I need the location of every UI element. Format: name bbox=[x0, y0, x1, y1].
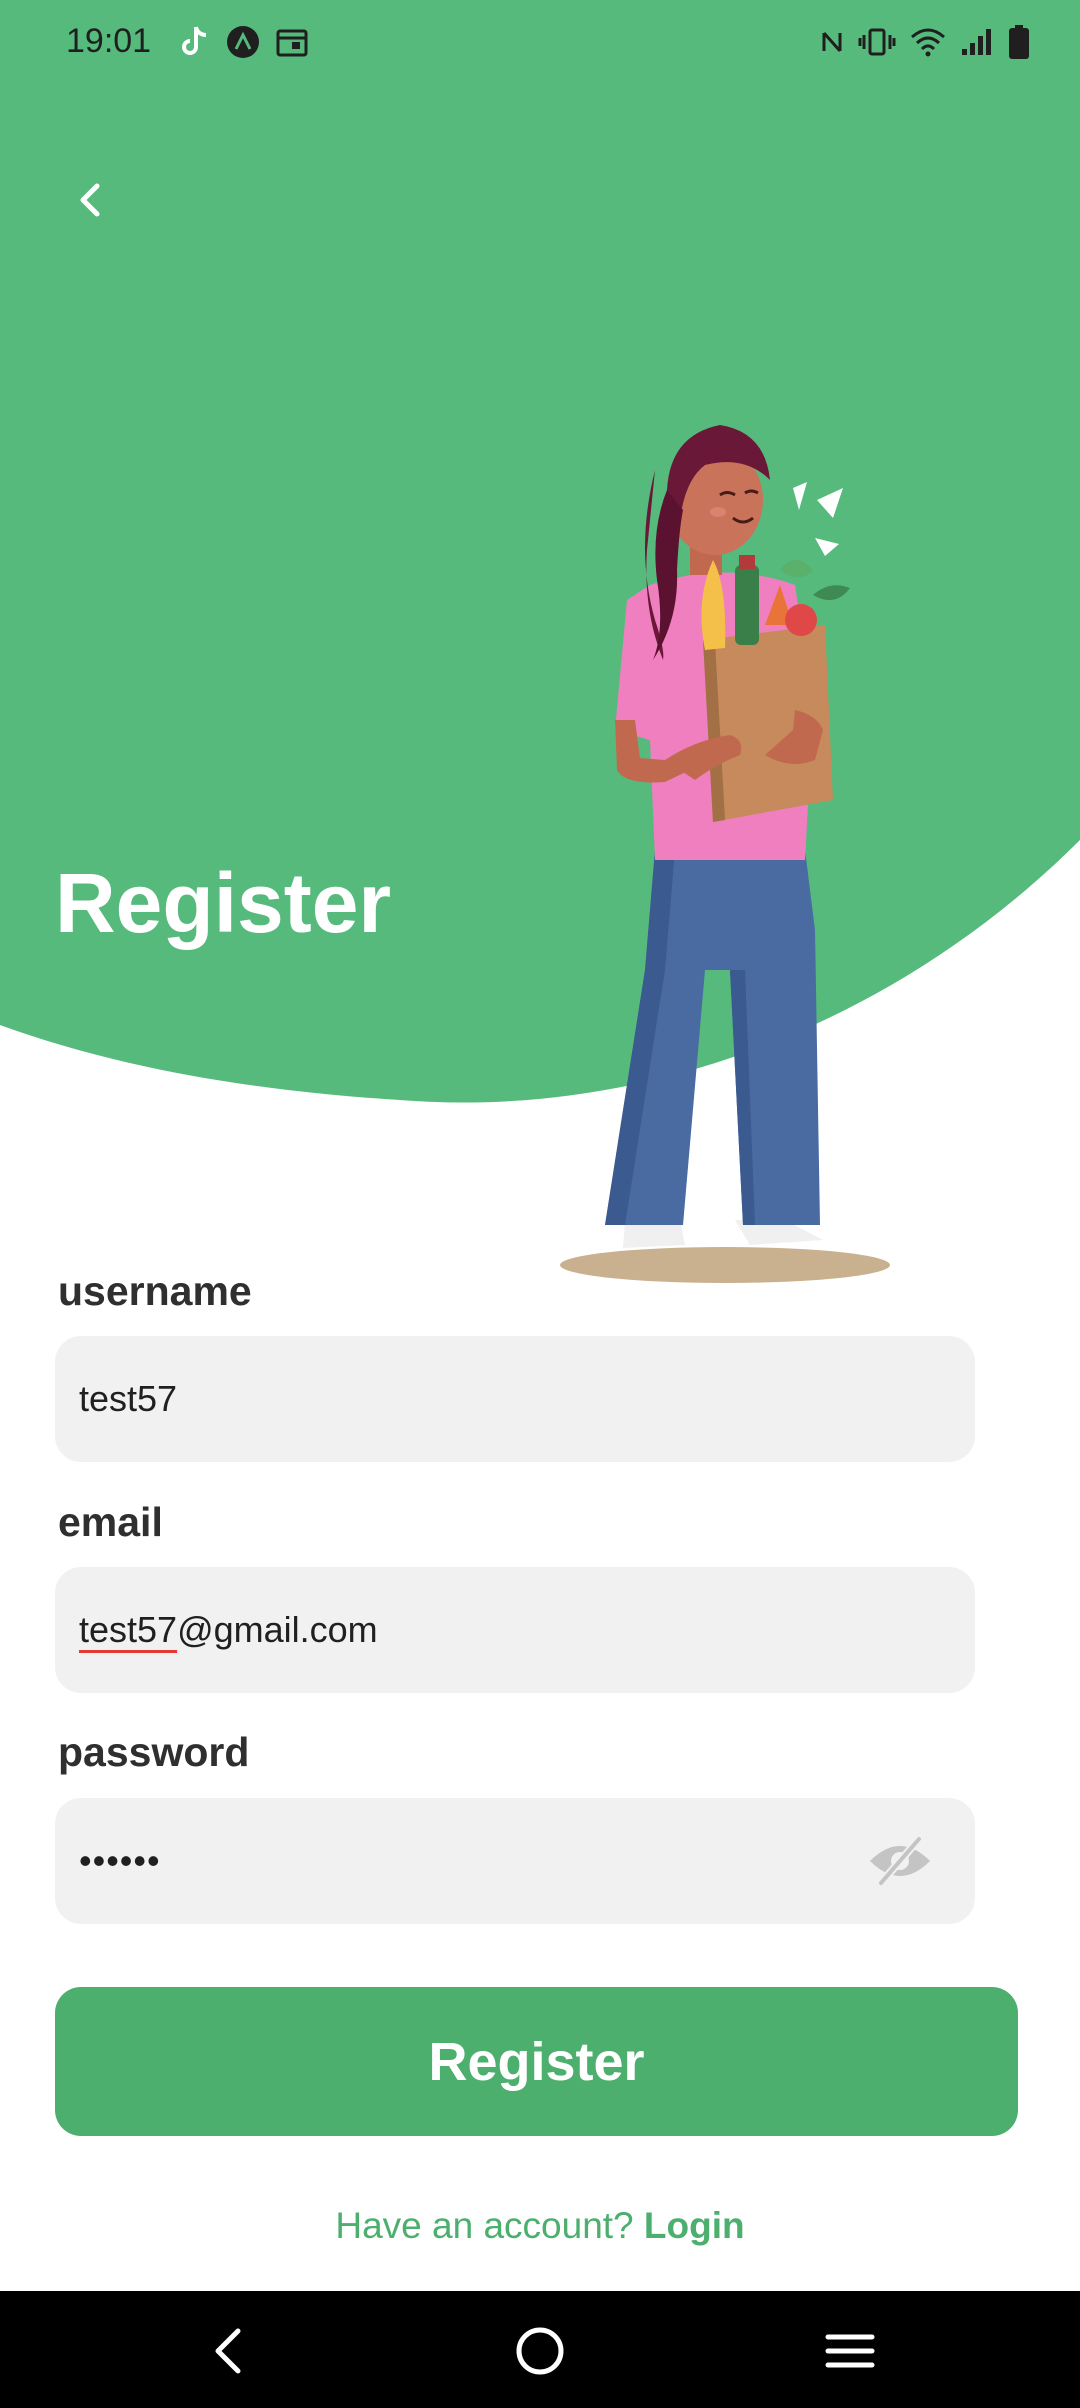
username-label: username bbox=[58, 1268, 252, 1314]
password-label: password bbox=[58, 1729, 250, 1775]
status-icons-right bbox=[820, 24, 1030, 64]
vibrate-icon bbox=[858, 27, 896, 62]
chevron-left-icon bbox=[80, 183, 100, 217]
tiktok-icon bbox=[180, 25, 210, 64]
nav-menu-icon[interactable] bbox=[820, 2321, 880, 2381]
status-icons-left bbox=[180, 24, 308, 64]
battery-icon bbox=[1008, 24, 1030, 65]
app-notification-icon bbox=[226, 25, 260, 64]
nfc-icon bbox=[820, 27, 844, 62]
nav-back-icon[interactable] bbox=[200, 2321, 260, 2381]
password-value: •••••• bbox=[79, 1840, 161, 1881]
woman-with-groceries-illustration bbox=[560, 425, 890, 1283]
signal-icon bbox=[960, 27, 994, 62]
email-value: test57@gmail.com bbox=[79, 1609, 378, 1651]
back-button[interactable] bbox=[60, 170, 120, 230]
navigation-bar bbox=[0, 2291, 1080, 2408]
email-value-domain: @gmail.com bbox=[177, 1609, 378, 1650]
email-label: email bbox=[58, 1499, 163, 1545]
login-prompt-row: Have an account? Login bbox=[0, 2205, 1080, 2247]
email-value-spellcheck: test57 bbox=[79, 1609, 178, 1650]
register-button[interactable]: Register bbox=[55, 1987, 1018, 2136]
page-title: Register bbox=[55, 856, 392, 950]
eye-off-icon[interactable] bbox=[865, 1831, 935, 1891]
login-link[interactable]: Login bbox=[644, 2205, 745, 2246]
password-field[interactable]: •••••• bbox=[55, 1798, 975, 1924]
status-time: 19:01 bbox=[66, 22, 152, 60]
register-screen: 19:01 Register username test57 email tes… bbox=[0, 0, 1080, 2408]
email-field[interactable]: test57@gmail.com bbox=[55, 1567, 975, 1693]
username-value: test57 bbox=[79, 1378, 178, 1419]
nav-home-icon[interactable] bbox=[510, 2321, 570, 2381]
wifi-icon bbox=[910, 27, 946, 62]
username-field[interactable]: test57 bbox=[55, 1336, 975, 1462]
calendar-icon bbox=[276, 27, 308, 62]
login-prompt-text: Have an account? bbox=[335, 2205, 634, 2246]
status-bar: 19:01 bbox=[0, 0, 1080, 90]
